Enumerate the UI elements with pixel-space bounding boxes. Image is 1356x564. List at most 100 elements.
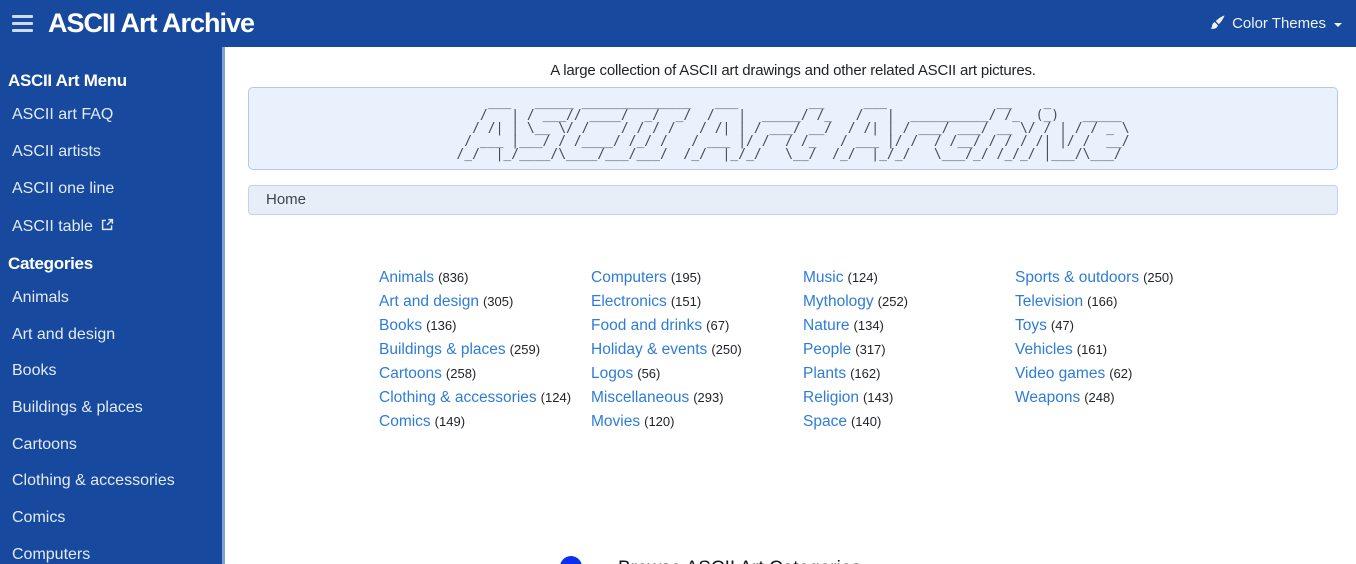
category-count: (317) <box>855 342 886 357</box>
category-count: (134) <box>853 318 884 333</box>
list-item: Animals <box>12 290 222 306</box>
category-count: (151) <box>670 294 702 309</box>
color-themes-label: Color Themes <box>1232 15 1326 32</box>
sidebar-item-computers[interactable]: Computers <box>12 546 90 563</box>
category-count: (140) <box>850 414 882 429</box>
paintbrush-icon <box>1208 15 1225 32</box>
list-item: ASCII table <box>12 218 222 234</box>
category-count: (252) <box>877 294 909 309</box>
category-link-toys[interactable]: Toys (47) <box>1015 314 1227 338</box>
caret-down-icon <box>1334 22 1342 27</box>
category-link-computers[interactable]: Computers (195) <box>591 266 803 290</box>
category-link-logos[interactable]: Logos (56) <box>591 362 803 386</box>
category-count: (67) <box>706 318 730 333</box>
category-link-people[interactable]: People (317) <box>803 338 1015 362</box>
category-link-miscellaneous[interactable]: Miscellaneous (293) <box>591 386 803 410</box>
category-link-cartoons[interactable]: Cartoons (258) <box>379 362 591 386</box>
list-item: Clothing & accessories <box>12 473 222 489</box>
ascii-banner: ___ _____ ______________ ___ __ ___ __ _… <box>248 87 1338 170</box>
category-count: (47) <box>1050 318 1074 333</box>
category-count: (136) <box>426 318 457 333</box>
category-link-nature[interactable]: Nature (134) <box>803 314 1015 338</box>
category-link-space[interactable]: Space (140) <box>803 410 1015 434</box>
category-label: People <box>803 341 852 358</box>
color-themes-dropdown[interactable]: Color Themes <box>1208 0 1342 47</box>
category-link-books[interactable]: Books (136) <box>379 314 591 338</box>
category-count: (56) <box>637 366 661 381</box>
category-count: (293) <box>693 390 724 405</box>
category-link-vehicles[interactable]: Vehicles (161) <box>1015 338 1227 362</box>
category-count: (62) <box>1109 366 1133 381</box>
sidebar-item-cartoons[interactable]: Cartoons <box>12 436 77 453</box>
category-link-electronics[interactable]: Electronics (151) <box>591 290 803 314</box>
list-item: Art and design <box>12 326 222 343</box>
category-link-movies[interactable]: Movies (120) <box>591 410 803 434</box>
category-link-mythology[interactable]: Mythology (252) <box>803 290 1015 314</box>
category-link-religion[interactable]: Religion (143) <box>803 386 1015 410</box>
category-link-art-and-design[interactable]: Art and design (305) <box>379 290 591 314</box>
category-column-4: Sports & outdoors (250) Television (166) T… <box>1015 266 1227 434</box>
category-link-weapons[interactable]: Weapons (248) <box>1015 386 1227 410</box>
app-title[interactable]: ASCII Art Archive <box>48 8 255 39</box>
main-content: A large collection of ASCII art drawings… <box>225 47 1356 564</box>
category-count: (143) <box>863 390 894 405</box>
category-label: Movies <box>591 413 641 430</box>
list-item: ASCII one line <box>12 181 222 197</box>
category-label: Music <box>803 269 844 286</box>
category-label: Television <box>1015 293 1084 310</box>
category-link-food-and-drinks[interactable]: Food and drinks (67) <box>591 314 803 338</box>
category-link-buildings-places[interactable]: Buildings & places (259) <box>379 338 591 362</box>
category-label: Miscellaneous <box>591 389 690 406</box>
sidebar-item-ascii-artists[interactable]: ASCII artists <box>12 144 101 160</box>
category-label: Comics <box>379 413 431 430</box>
category-link-television[interactable]: Television (166) <box>1015 290 1227 314</box>
list-item: Buildings & places <box>12 400 222 416</box>
category-count: (120) <box>644 414 675 429</box>
category-link-clothing-accessories[interactable]: Clothing & accessories (124) <box>379 386 591 410</box>
sidebar-item-books[interactable]: Books <box>12 363 56 379</box>
category-count: (161) <box>1076 342 1108 357</box>
category-link-holiday-events[interactable]: Holiday & events (250) <box>591 338 803 362</box>
category-link-music[interactable]: Music (124) <box>803 266 1015 290</box>
hamburger-icon <box>12 15 33 32</box>
sidebar-item-ascii-art-faq[interactable]: ASCII art FAQ <box>12 107 113 123</box>
list-item: Books <box>12 363 222 379</box>
sidebar-item-animals[interactable]: Animals <box>12 290 69 306</box>
section-teaser-label: Browse ASCII Art Categories <box>618 556 861 564</box>
category-link-video-games[interactable]: Video games (62) <box>1015 362 1227 386</box>
category-label: Clothing & accessories <box>379 389 537 406</box>
sidebar-item-art-and-design[interactable]: Art and design <box>12 326 115 343</box>
category-label: Religion <box>803 389 860 406</box>
category-label: Weapons <box>1015 389 1081 406</box>
sidebar-item-buildings-places[interactable]: Buildings & places <box>12 400 143 416</box>
category-label: Sports & outdoors <box>1015 269 1140 286</box>
category-link-animals[interactable]: Animals (836) <box>379 266 591 290</box>
category-count: (124) <box>540 390 572 405</box>
category-count: (250) <box>1143 270 1174 285</box>
category-count: (259) <box>509 342 541 357</box>
top-navbar: ASCII Art Archive Color Themes <box>0 0 1356 47</box>
sidebar-item-ascii-one-line[interactable]: ASCII one line <box>12 181 114 197</box>
category-label: Plants <box>803 365 847 382</box>
category-label: Animals <box>379 269 435 286</box>
sidebar-item-ascii-table[interactable]: ASCII table <box>12 218 114 235</box>
category-label: Space <box>803 413 847 430</box>
sidebar-item-comics[interactable]: Comics <box>12 510 65 526</box>
sidebar-menu-heading: ASCII Art Menu <box>8 71 127 90</box>
category-link-sports-outdoors[interactable]: Sports & outdoors (250) <box>1015 266 1227 290</box>
sidebar-item-clothing-accessories[interactable]: Clothing & accessories <box>12 473 175 489</box>
category-link-plants[interactable]: Plants (162) <box>803 362 1015 386</box>
menu-toggle-button[interactable] <box>8 7 37 40</box>
category-count: (162) <box>850 366 881 381</box>
category-label: Video games <box>1015 365 1106 382</box>
category-count: (250) <box>711 342 742 357</box>
category-label: Nature <box>803 317 850 334</box>
category-count: (248) <box>1084 390 1115 405</box>
category-label: Vehicles <box>1015 341 1073 358</box>
category-count: (166) <box>1087 294 1118 309</box>
sidebar-item-label: ASCII table <box>12 217 93 235</box>
page: ASCII Art Archive Color Themes ASCII Art… <box>0 0 1356 564</box>
category-link-comics[interactable]: Comics (149) <box>379 410 591 434</box>
category-label: Electronics <box>591 293 667 310</box>
tagline: A large collection of ASCII art drawings… <box>550 62 1036 79</box>
